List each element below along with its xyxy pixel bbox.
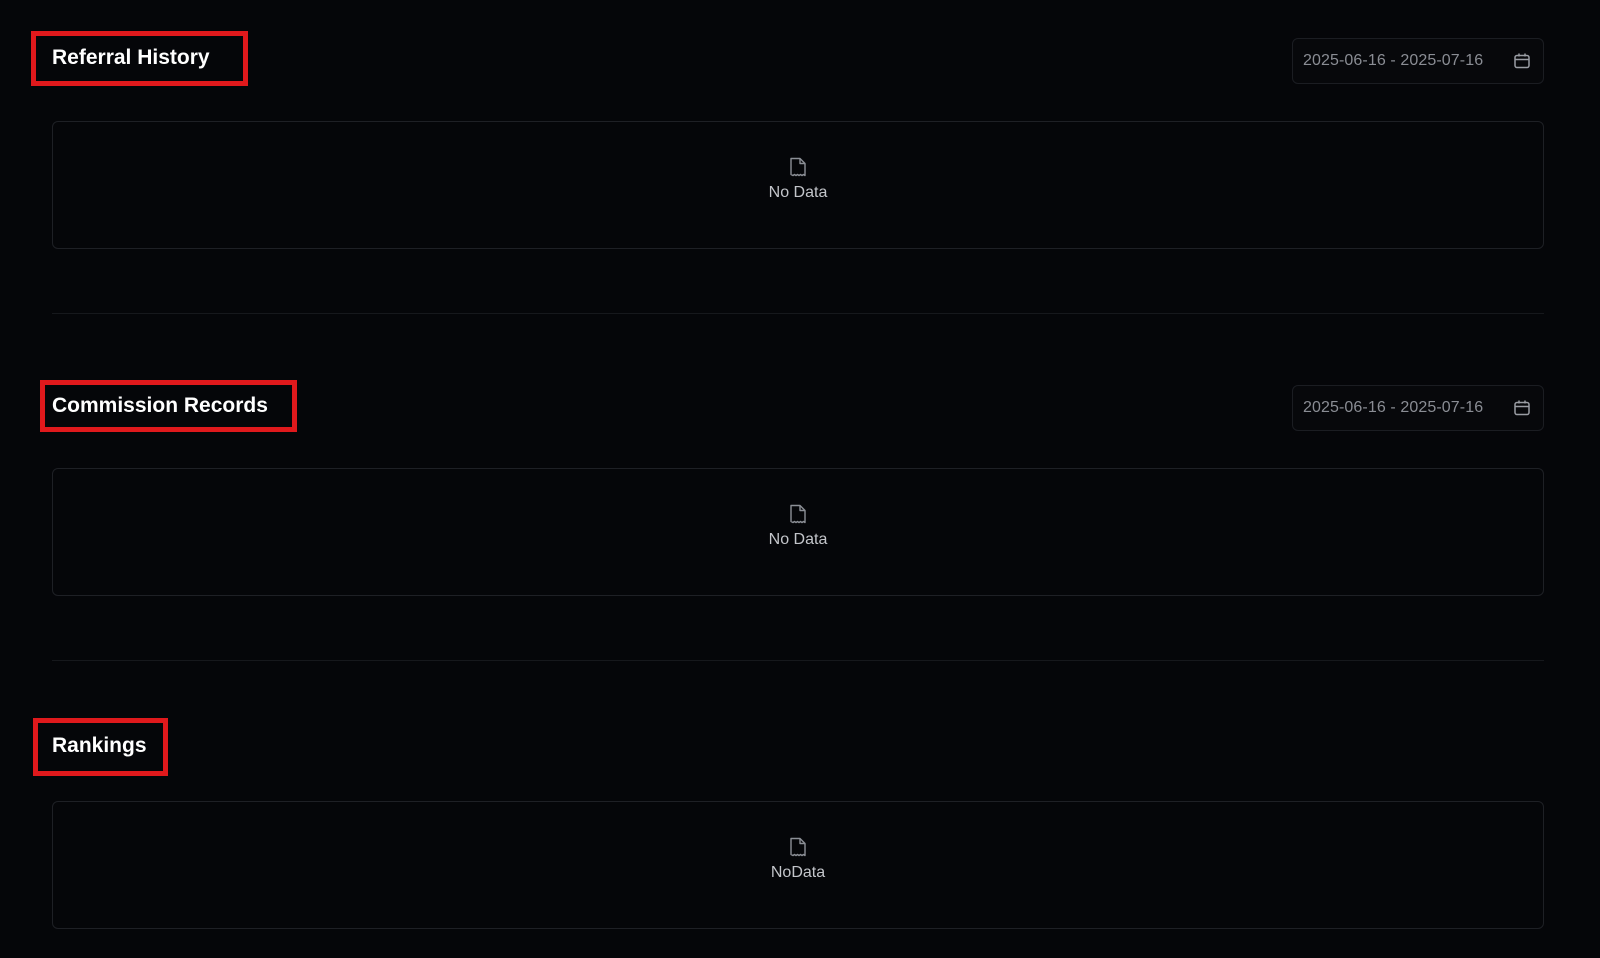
empty-document-icon — [788, 156, 808, 178]
empty-state: No Data — [53, 156, 1543, 202]
date-range-text: 2025-06-16 - 2025-07-16 — [1303, 399, 1484, 416]
section-title-rankings: Rankings — [52, 734, 147, 757]
section-divider — [52, 313, 1544, 314]
section-title-referral-history: Referral History — [52, 46, 210, 69]
date-range-picker-commission-records[interactable]: 2025-06-16 - 2025-07-16 — [1292, 385, 1544, 431]
empty-state-text: NoData — [770, 864, 826, 881]
empty-state-text: No Data — [768, 531, 828, 548]
section-divider — [52, 660, 1544, 661]
calendar-icon — [1512, 398, 1532, 418]
referral-history-table: No Data — [52, 121, 1544, 249]
commission-records-table: No Data — [52, 468, 1544, 596]
date-range-picker-referral-history[interactable]: 2025-06-16 - 2025-07-16 — [1292, 38, 1544, 84]
rankings-table: NoData — [52, 801, 1544, 929]
date-range-text: 2025-06-16 - 2025-07-16 — [1303, 52, 1484, 69]
calendar-icon — [1512, 51, 1532, 71]
empty-state-text: No Data — [768, 184, 828, 201]
empty-document-icon — [788, 836, 808, 858]
empty-state: No Data — [53, 503, 1543, 549]
referral-page: Referral History 2025-06-16 - 2025-07-16… — [0, 0, 1600, 958]
empty-state: NoData — [53, 836, 1543, 882]
section-title-commission-records: Commission Records — [52, 394, 268, 417]
empty-document-icon — [788, 503, 808, 525]
